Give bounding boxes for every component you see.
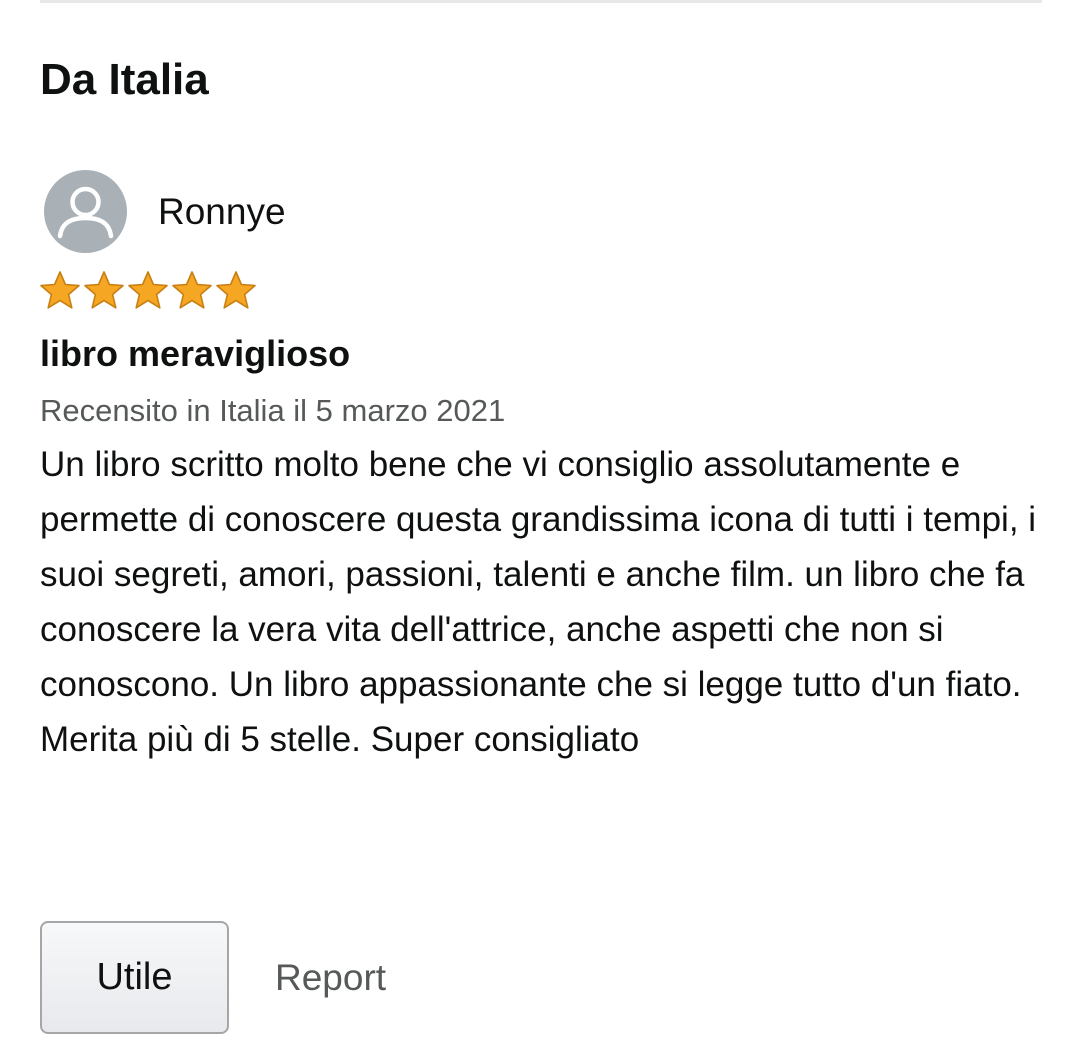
reviewer-profile[interactable]: Ronnye (44, 170, 286, 253)
report-link[interactable]: Report (275, 957, 386, 999)
avatar (44, 170, 127, 253)
review-date: Recensito in Italia il 5 marzo 2021 (40, 393, 506, 428)
review-title: libro meraviglioso (40, 333, 351, 374)
star-rating (38, 269, 258, 311)
section-title: Da Italia (40, 55, 209, 104)
star-icon (84, 271, 124, 309)
star-icon (216, 271, 256, 309)
star-icon (40, 271, 80, 309)
star-icon (172, 271, 212, 309)
reviewer-name: Ronnye (158, 190, 286, 232)
review-actions: Utile Report (40, 921, 386, 1034)
section-divider (40, 0, 1042, 3)
helpful-button[interactable]: Utile (40, 921, 229, 1034)
user-silhouette-icon (57, 186, 114, 239)
star-icon (128, 271, 168, 309)
review-body: Un libro scritto molto bene che vi consi… (40, 445, 1037, 759)
